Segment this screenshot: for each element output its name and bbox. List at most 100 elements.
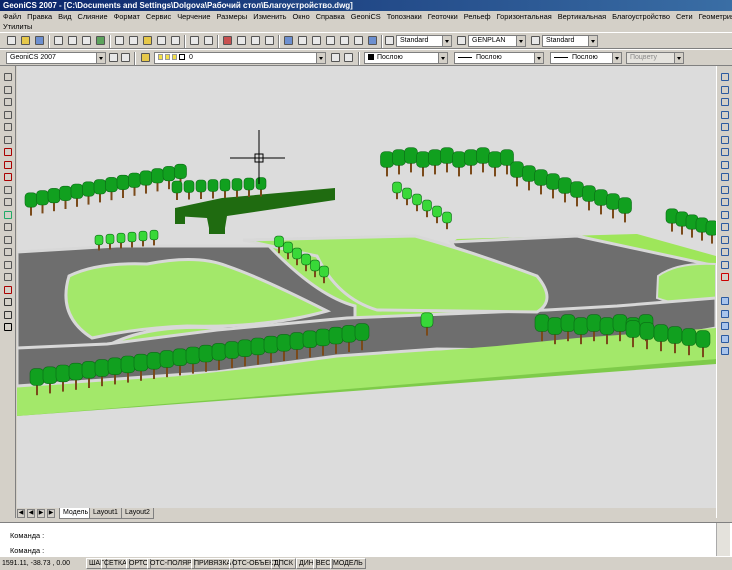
layer-manager-icon[interactable] xyxy=(140,52,151,63)
zoom-realtime-icon[interactable] xyxy=(236,35,247,46)
status-toggle-button[interactable]: МОДЕЛЬ xyxy=(330,558,366,569)
workspace-settings-icon[interactable] xyxy=(108,52,119,63)
move-icon[interactable] xyxy=(720,135,730,145)
spline-icon[interactable] xyxy=(3,172,13,182)
text-style-icon[interactable] xyxy=(384,35,395,46)
linetype-select[interactable]: Послою xyxy=(454,52,544,64)
construction-line-icon[interactable] xyxy=(3,85,13,95)
tab-layout2[interactable]: Layout2 xyxy=(121,508,154,519)
menu-item[interactable]: Слияние xyxy=(75,11,111,22)
workspace-save-icon[interactable] xyxy=(120,52,131,63)
tool-palettes-icon[interactable] xyxy=(311,35,322,46)
paste-icon[interactable] xyxy=(142,35,153,46)
save-icon[interactable] xyxy=(34,35,45,46)
extend-icon[interactable] xyxy=(720,197,730,207)
workspace-select[interactable]: GeoniCS 2007 xyxy=(6,52,106,64)
make-block-icon[interactable] xyxy=(3,222,13,232)
polyline-icon[interactable] xyxy=(3,97,13,107)
menu-item[interactable]: Изменить xyxy=(250,11,289,22)
menu-item[interactable]: Черчение xyxy=(174,11,213,22)
table-style-icon[interactable] xyxy=(530,35,541,46)
command-scrollbar[interactable] xyxy=(716,523,730,557)
menu-item[interactable]: Окно xyxy=(290,11,313,22)
line-icon[interactable] xyxy=(3,72,13,82)
stretch-icon[interactable] xyxy=(720,172,730,182)
break-at-point-icon[interactable] xyxy=(720,210,730,220)
menu-item[interactable]: Вертикальная xyxy=(555,11,609,22)
first-tab-icon[interactable]: ◀ xyxy=(17,509,25,518)
pan-icon[interactable] xyxy=(222,35,233,46)
3d-landscape-scene[interactable] xyxy=(17,66,716,508)
menu-item[interactable]: GeoniCS xyxy=(348,11,384,22)
explode-icon[interactable] xyxy=(720,272,730,282)
tab-model[interactable]: Модель xyxy=(59,508,93,519)
bring-front-icon[interactable] xyxy=(720,309,730,319)
zoom-previous-icon[interactable] xyxy=(264,35,275,46)
command-window[interactable]: Команда : Команда : xyxy=(0,522,732,557)
menu-item[interactable]: Рельеф xyxy=(461,11,494,22)
markup-icon[interactable] xyxy=(339,35,350,46)
break-icon[interactable] xyxy=(720,222,730,232)
redo-icon[interactable] xyxy=(203,35,214,46)
trim-icon[interactable] xyxy=(720,185,730,195)
send-back-icon[interactable] xyxy=(720,321,730,331)
menu-item[interactable]: Справка xyxy=(313,11,348,22)
copy-object-icon[interactable] xyxy=(720,85,730,95)
publish-icon[interactable] xyxy=(81,35,92,46)
tab-layout1[interactable]: Layout1 xyxy=(89,508,122,519)
sheet-set-icon[interactable] xyxy=(325,35,336,46)
rotate-icon[interactable] xyxy=(720,147,730,157)
menu-item[interactable]: Размеры xyxy=(213,11,250,22)
menu-item[interactable]: Сети xyxy=(673,11,696,22)
offset-icon[interactable] xyxy=(720,110,730,120)
block-editor-icon[interactable] xyxy=(170,35,181,46)
layer-previous-icon[interactable] xyxy=(330,52,341,63)
calculator-icon[interactable] xyxy=(353,35,364,46)
erase-icon[interactable] xyxy=(720,72,730,82)
text-front-icon[interactable] xyxy=(720,334,730,344)
design-center-icon[interactable] xyxy=(297,35,308,46)
join-icon[interactable] xyxy=(720,235,730,245)
dim-style-select[interactable]: GENPLAN xyxy=(468,35,526,47)
open-file-icon[interactable] xyxy=(20,35,31,46)
scale-icon[interactable] xyxy=(720,160,730,170)
command-prompt[interactable]: Команда : xyxy=(10,546,44,555)
copy-icon[interactable] xyxy=(128,35,139,46)
arc-icon[interactable] xyxy=(3,135,13,145)
menu-item[interactable]: Горизонтальная xyxy=(494,11,555,22)
print-icon[interactable] xyxy=(53,35,64,46)
make-current-layer-icon[interactable] xyxy=(343,52,354,63)
hatch-icon[interactable] xyxy=(3,247,13,257)
text-A-icon[interactable] xyxy=(3,322,13,332)
ellipse-icon[interactable] xyxy=(3,185,13,195)
table-style-select[interactable]: Standard xyxy=(542,35,598,47)
cut-icon[interactable] xyxy=(114,35,125,46)
3d-dwf-icon[interactable] xyxy=(95,35,106,46)
prev-tab-icon[interactable]: ◀ xyxy=(27,509,35,518)
last-tab-icon[interactable]: ▶ xyxy=(47,509,55,518)
match-properties-icon[interactable] xyxy=(156,35,167,46)
menu-item[interactable]: Геометрия xyxy=(696,11,732,22)
dimension-icon[interactable] xyxy=(720,346,730,356)
multiline-text-icon[interactable] xyxy=(3,297,13,307)
text-icon[interactable] xyxy=(3,310,13,320)
table-icon[interactable] xyxy=(3,285,13,295)
help-icon[interactable] xyxy=(367,35,378,46)
menu-item[interactable]: Формат xyxy=(111,11,143,22)
menu-item[interactable]: Топознаки xyxy=(384,11,425,22)
menu-item-utilities[interactable]: Утилиты xyxy=(3,22,32,31)
revision-cloud-icon[interactable] xyxy=(3,160,13,170)
lineweight-select[interactable]: Послою xyxy=(550,52,622,64)
menu-item[interactable]: Геоточки xyxy=(425,11,461,22)
next-tab-icon[interactable]: ▶ xyxy=(37,509,45,518)
menu-item[interactable]: Файл xyxy=(0,11,24,22)
array-icon[interactable] xyxy=(720,122,730,132)
status-toggle-button[interactable]: ОТС-ПОЛЯР xyxy=(147,558,195,569)
fillet-icon[interactable] xyxy=(720,260,730,270)
chamfer-icon[interactable] xyxy=(720,247,730,257)
new-file-icon[interactable] xyxy=(6,35,17,46)
zoom-window-icon[interactable] xyxy=(250,35,261,46)
polygon-icon[interactable] xyxy=(3,110,13,120)
menu-item[interactable]: Правка xyxy=(24,11,55,22)
circle-icon[interactable] xyxy=(3,147,13,157)
